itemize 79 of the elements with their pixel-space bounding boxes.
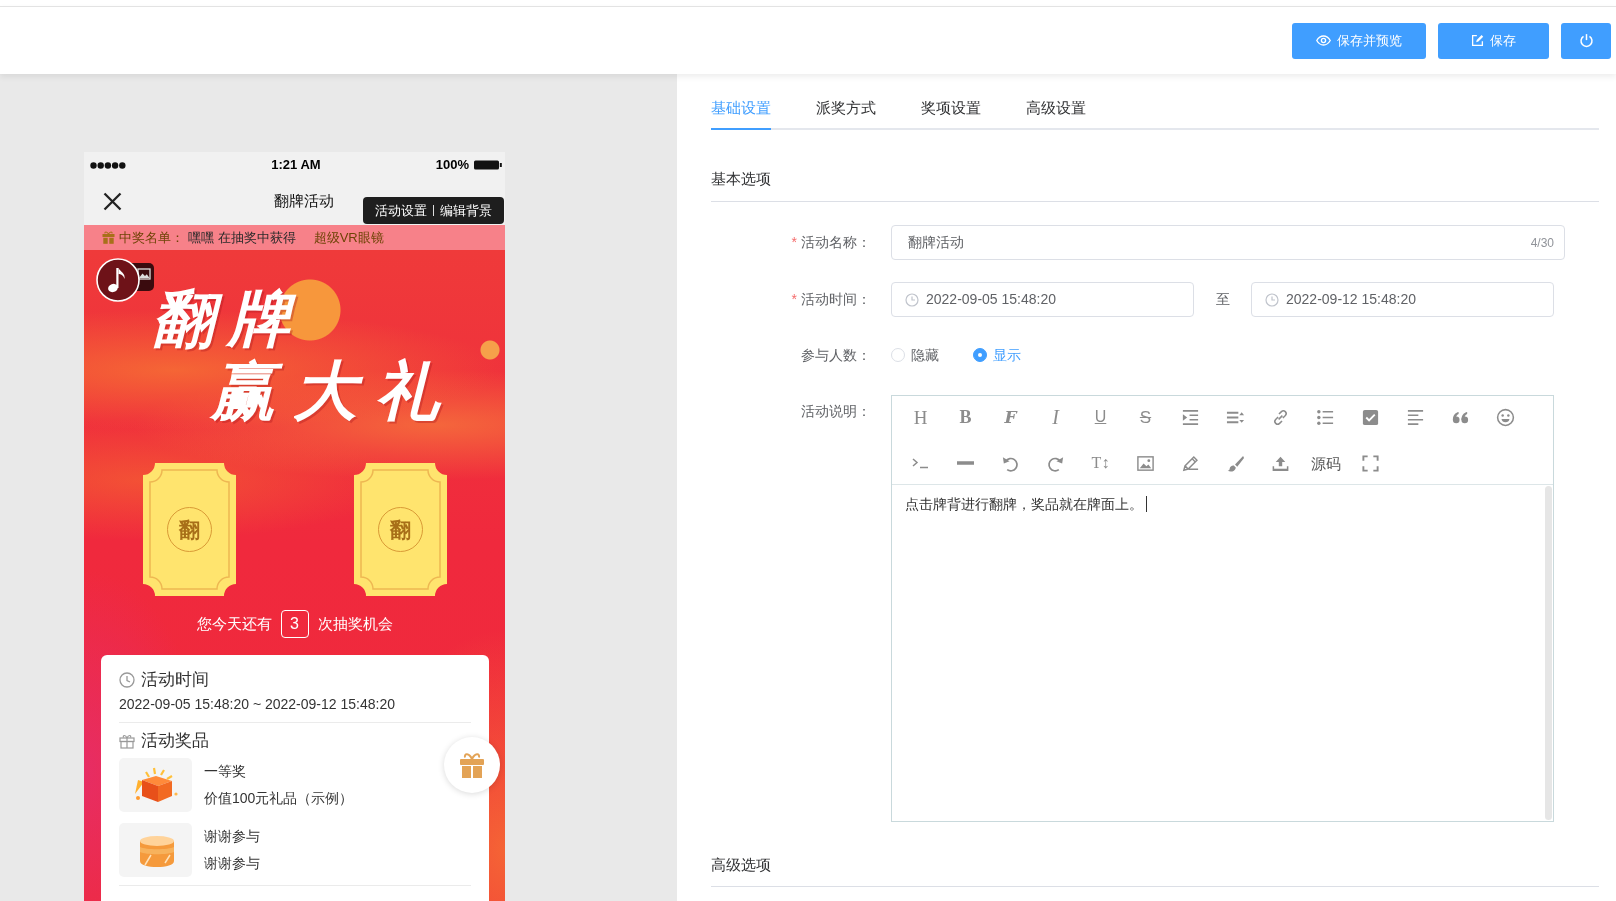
status-time: 1:21 AM xyxy=(271,155,321,174)
underline-button[interactable]: U xyxy=(1078,396,1123,438)
power-button[interactable] xyxy=(1561,22,1611,59)
text-size-button[interactable]: T↕ xyxy=(1078,442,1123,484)
radio-label[interactable]: 隐藏 xyxy=(911,344,939,366)
heading-button[interactable]: H xyxy=(898,396,943,438)
range-separator: 至 xyxy=(1214,290,1231,309)
pencil-icon xyxy=(1181,453,1200,473)
checkbox-icon xyxy=(1361,407,1380,427)
italic-button[interactable]: I xyxy=(1033,396,1078,438)
section-title: 活动时间 xyxy=(141,669,209,691)
page-title: 翻牌活动 xyxy=(274,190,334,211)
field-label: 活动名称： xyxy=(801,234,871,250)
clock-icon xyxy=(119,672,135,688)
tab[interactable]: 派奖方式 xyxy=(816,98,876,130)
date-range: 2022-09-05 15:48:20 ~ 2022-09-12 15:48:20 xyxy=(119,695,396,714)
clock-icon xyxy=(1265,292,1279,307)
ticker-label: 中奖名单： xyxy=(119,228,184,247)
source-code-button[interactable]: 源码 xyxy=(1303,442,1348,484)
battery-icon xyxy=(474,159,502,170)
bullet-list-icon xyxy=(1316,407,1335,427)
power-icon xyxy=(1578,33,1594,48)
edit-icon xyxy=(1471,34,1484,47)
tab[interactable]: 基础设置 xyxy=(711,98,771,130)
bold-button[interactable]: B xyxy=(943,396,988,438)
prize-description: 价值100元礼品（示例） xyxy=(204,789,354,808)
prize-name: 一等奖 xyxy=(204,762,247,781)
menu-item[interactable]: 活动设置 xyxy=(369,201,433,220)
activity-name-input[interactable]: 翻牌活动 4/30 xyxy=(891,225,1565,260)
winner-text: 嘿嘿 在抽奖中获得 xyxy=(188,228,296,247)
flip-card[interactable]: 翻 xyxy=(353,463,447,596)
save-button[interactable]: 保存 xyxy=(1438,22,1549,59)
field-label: 活动时间： xyxy=(801,291,871,307)
banner-headline: 翻牌 xyxy=(152,288,304,350)
gift-icon xyxy=(458,751,486,779)
radio-button[interactable] xyxy=(973,348,987,362)
clock-icon xyxy=(905,292,919,307)
banner-headline: 赢大礼 xyxy=(211,360,457,422)
field-label: 活动说明： xyxy=(801,403,871,419)
flip-card[interactable]: 翻 xyxy=(142,463,236,596)
smiley-icon xyxy=(1496,407,1515,427)
prize-name: 谢谢参与 xyxy=(204,827,260,846)
tab[interactable]: 奖项设置 xyxy=(921,98,981,130)
prize-description: 谢谢参与 xyxy=(204,854,260,873)
battery-percent: 100% xyxy=(435,155,469,174)
menu-item[interactable]: 编辑背景 xyxy=(434,201,498,220)
indent-icon xyxy=(1181,407,1200,427)
gift-icon xyxy=(102,231,115,244)
radio-label[interactable]: 显示 xyxy=(993,344,1021,366)
section-heading: 高级选项 xyxy=(711,855,1599,887)
section-heading: 基本选项 xyxy=(711,169,1599,202)
font-button[interactable]: F xyxy=(988,396,1033,438)
chances-count: 3 xyxy=(280,610,309,638)
start-date-input[interactable]: 2022-09-05 15:48:20 xyxy=(891,282,1194,317)
strikethrough-button[interactable]: S xyxy=(1123,396,1168,438)
scrollbar[interactable] xyxy=(1545,486,1552,820)
image-icon xyxy=(1136,453,1155,473)
chances-text: 次抽奖机会 xyxy=(317,613,393,634)
field-label: 参与人数： xyxy=(801,347,871,363)
link-icon xyxy=(1271,407,1290,427)
section-title: 活动奖品 xyxy=(141,730,209,752)
align-left-icon xyxy=(1406,407,1425,427)
char-counter: 4/30 xyxy=(1530,234,1554,252)
close-icon[interactable] xyxy=(103,192,122,212)
eye-icon xyxy=(1316,33,1331,48)
gift-outline-icon xyxy=(119,733,135,749)
chances-text: 您今天还有 xyxy=(196,613,272,634)
text-cursor xyxy=(1146,496,1147,512)
required-mark: * xyxy=(791,234,797,250)
signal-dots-icon xyxy=(90,161,126,169)
prize-name: 超级VR眼镜 xyxy=(313,228,384,247)
terminal-icon xyxy=(912,457,929,469)
fullscreen-icon xyxy=(1361,453,1380,473)
tab[interactable]: 高级设置 xyxy=(1026,98,1086,130)
save-preview-button[interactable]: 保存并预览 xyxy=(1292,22,1426,59)
required-mark: * xyxy=(791,291,797,307)
editor-content[interactable]: 点击牌背进行翻牌，奖品就在牌面上。 xyxy=(892,485,1545,821)
music-icon[interactable] xyxy=(96,258,156,302)
end-date-input[interactable]: 2022-09-12 15:48:20 xyxy=(1251,282,1554,317)
